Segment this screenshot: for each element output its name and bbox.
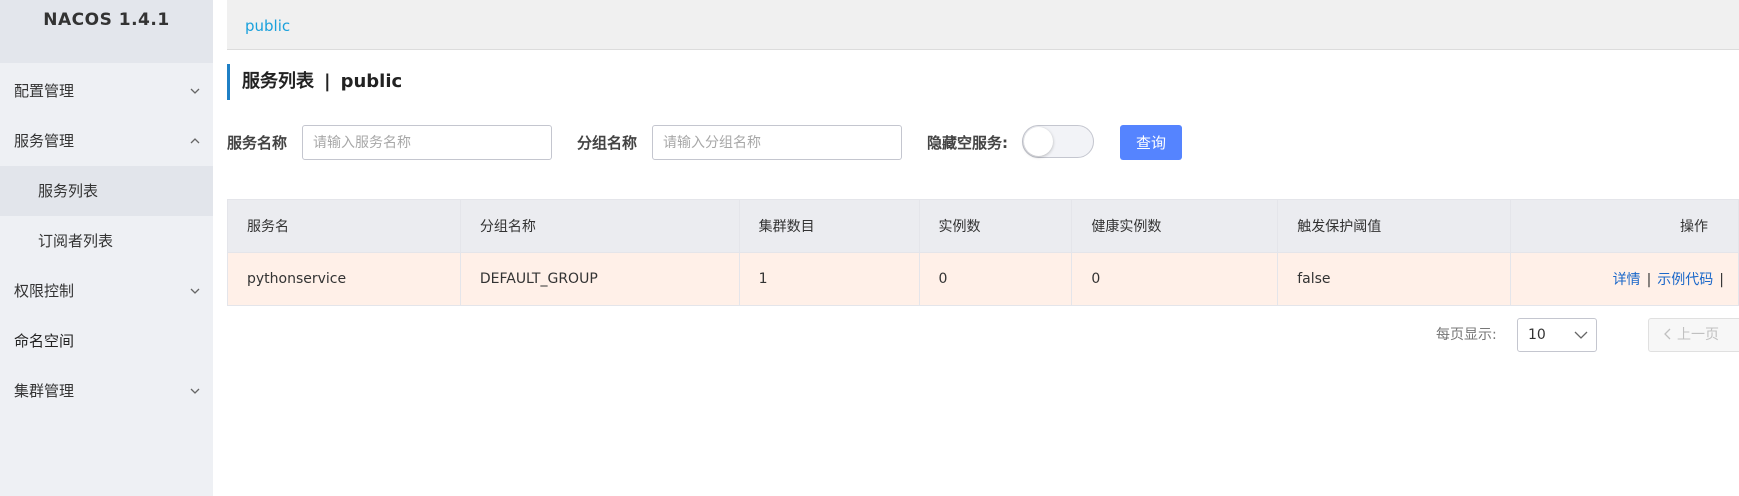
brand-logo: NACOS 1.4.1 [0, 0, 213, 63]
sidebar: NACOS 1.4.1 配置管理 服务管理 服务列表 订阅者列表 权限控制 命名… [0, 0, 213, 496]
page-title: 服务列表 | public [227, 64, 402, 100]
cell-operations: 详情 | 示例代码 | [1510, 252, 1739, 306]
column-header-service-name: 服务名 [227, 199, 461, 253]
chevron-up-icon [190, 138, 200, 144]
column-header-protect-threshold: 触发保护阈值 [1277, 199, 1512, 253]
prev-page-button[interactable]: 上一页 [1648, 318, 1739, 352]
page-title-namespace: public [340, 71, 403, 92]
table-header-row: 服务名 分组名称 集群数目 实例数 健康实例数 触发保护阈值 操作 [227, 199, 1739, 253]
chevron-down-icon [190, 288, 200, 294]
cell-cluster-count: 1 [738, 252, 920, 306]
sidebar-item-label: 权限控制 [14, 282, 75, 300]
hide-empty-label: 隐藏空服务: [927, 134, 1008, 152]
namespace-tab-public[interactable]: public [245, 17, 290, 35]
namespace-bar: public [227, 0, 1739, 50]
column-header-instance-count: 实例数 [918, 199, 1073, 253]
column-header-cluster-count: 集群数目 [738, 199, 920, 253]
main-content: public 服务列表 | public 服务名称 分组名称 隐藏空服务: 查询 服… [227, 0, 1739, 496]
detail-link[interactable]: 详情 [1613, 272, 1641, 288]
app-root: NACOS 1.4.1 配置管理 服务管理 服务列表 订阅者列表 权限控制 命名… [0, 0, 1739, 496]
sidebar-item-namespace[interactable]: 命名空间 [0, 316, 213, 366]
column-header-group-name: 分组名称 [459, 199, 740, 253]
cell-group-name: DEFAULT_GROUP [459, 252, 740, 306]
toggle-knob [1024, 127, 1053, 156]
group-name-input[interactable] [652, 125, 902, 160]
cell-healthy-count: 0 [1071, 252, 1279, 306]
chevron-down-icon [190, 388, 200, 394]
service-name-label: 服务名称 [227, 134, 288, 152]
title-separator: | [324, 71, 331, 92]
filter-bar: 服务名称 分组名称 隐藏空服务: 查询 [227, 125, 1739, 161]
op-separator: | [1719, 272, 1724, 288]
column-header-healthy-count: 健康实例数 [1071, 199, 1279, 253]
sidebar-menu: 配置管理 服务管理 服务列表 订阅者列表 权限控制 命名空间 集群管理 [0, 66, 213, 416]
cell-protect-threshold: false [1277, 252, 1512, 306]
cell-service-name: pythonservice [227, 252, 461, 306]
sample-code-link[interactable]: 示例代码 [1657, 272, 1713, 288]
query-button[interactable]: 查询 [1120, 125, 1182, 160]
sidebar-item-service-list[interactable]: 服务列表 [0, 166, 213, 216]
per-page-value: 10 [1528, 327, 1546, 343]
op-separator: | [1646, 272, 1652, 288]
table-row: pythonservice DEFAULT_GROUP 1 0 0 false … [227, 252, 1739, 306]
column-header-operations: 操作 [1510, 199, 1739, 253]
sidebar-item-config-management[interactable]: 配置管理 [0, 66, 213, 116]
page-title-text: 服务列表 [242, 71, 314, 92]
group-name-label: 分组名称 [577, 134, 638, 152]
pagination: 每页显示: 10 上一页 [227, 318, 1739, 352]
prev-page-label: 上一页 [1677, 327, 1719, 343]
sidebar-item-label: 服务管理 [14, 132, 75, 150]
per-page-select[interactable]: 10 [1517, 318, 1597, 352]
cell-instance-count: 0 [918, 252, 1073, 306]
sidebar-item-cluster-management[interactable]: 集群管理 [0, 366, 213, 416]
chevron-down-icon [1574, 331, 1588, 339]
service-name-input[interactable] [302, 125, 552, 160]
per-page-label: 每页显示: [1436, 327, 1497, 343]
sidebar-item-label: 集群管理 [14, 382, 75, 400]
sidebar-item-access-control[interactable]: 权限控制 [0, 266, 213, 316]
sidebar-item-label: 命名空间 [14, 332, 75, 350]
sidebar-item-label: 配置管理 [14, 82, 75, 100]
hide-empty-toggle[interactable] [1022, 125, 1094, 158]
service-table: 服务名 分组名称 集群数目 实例数 健康实例数 触发保护阈值 操作 python… [227, 199, 1739, 306]
chevron-left-icon [1664, 328, 1671, 340]
sidebar-item-subscriber-list[interactable]: 订阅者列表 [0, 216, 213, 266]
chevron-down-icon [190, 88, 200, 94]
sidebar-item-service-management[interactable]: 服务管理 [0, 116, 213, 166]
